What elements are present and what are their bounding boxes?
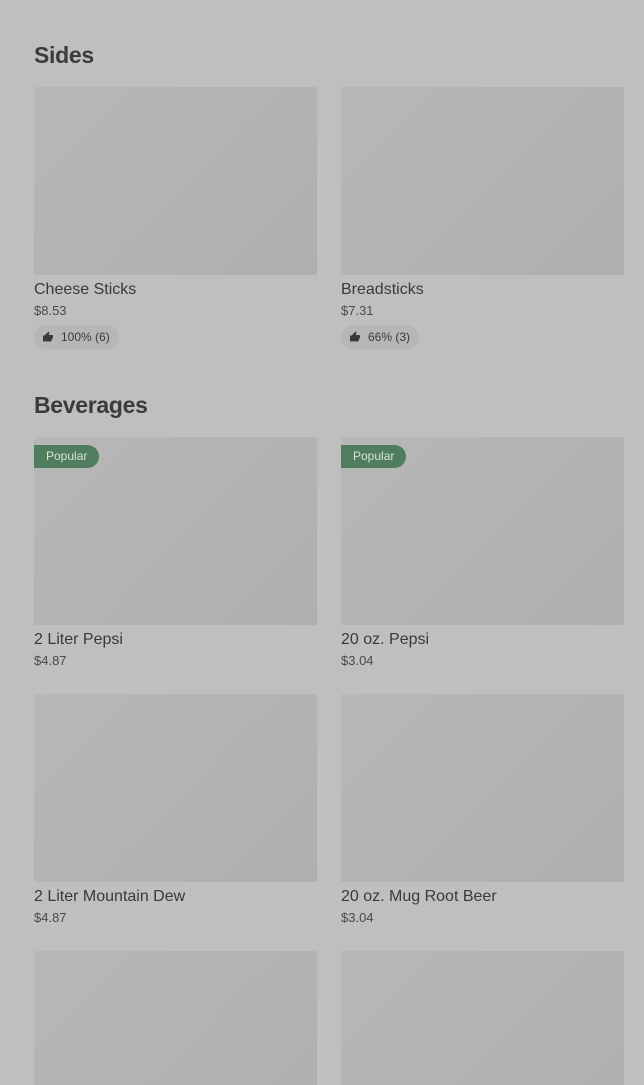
- rating-badge: 100% (6): [34, 325, 119, 349]
- item-price: $4.87: [34, 910, 67, 925]
- item-name: 20 oz. Mug Root Beer: [341, 888, 497, 905]
- item-image[interactable]: [34, 951, 317, 1085]
- rating-badge: 66% (3): [341, 325, 420, 349]
- section-beverages: Beverages Popular 2 Liter Pepsi $4.87 Po…: [34, 390, 644, 1085]
- menu-item-card[interactable]: 2 Liter Mountain Dew $4.87: [34, 694, 317, 926]
- item-name: Cheese Sticks: [34, 281, 137, 298]
- thumbs-up-icon: [43, 331, 53, 342]
- section-title-beverages: Beverages: [34, 392, 148, 418]
- item-name: 2 Liter Pepsi: [34, 631, 123, 648]
- item-image[interactable]: [341, 951, 624, 1085]
- item-price: $8.53: [34, 303, 67, 318]
- menu-item-card[interactable]: Cheese Sticks $8.53 100% (6): [34, 87, 317, 349]
- section-title-sides: Sides: [34, 42, 94, 68]
- sides-grid: Cheese Sticks $8.53 100% (6) Breadsticks…: [34, 87, 624, 349]
- item-price: $3.04: [341, 653, 374, 668]
- menu-item-card[interactable]: Popular 20 oz. Pepsi $3.04: [341, 437, 624, 669]
- item-price: $4.87: [34, 653, 67, 668]
- rating-text: 100% (6): [61, 330, 110, 344]
- menu-item-card[interactable]: Popular 2 Liter Pepsi $4.87: [34, 437, 317, 669]
- item-image[interactable]: [34, 694, 317, 882]
- item-image[interactable]: [34, 87, 317, 275]
- item-price: $7.31: [341, 303, 374, 318]
- menu-item-card[interactable]: Breadsticks $7.31 66% (3): [341, 87, 624, 349]
- item-name: Breadsticks: [341, 281, 424, 298]
- menu-item-card[interactable]: [34, 951, 317, 1085]
- item-image[interactable]: Popular: [34, 437, 317, 625]
- beverages-grid: Popular 2 Liter Pepsi $4.87 Popular 20 o…: [34, 437, 624, 1085]
- item-name: 20 oz. Pepsi: [341, 631, 430, 648]
- rating-text: 66% (3): [368, 330, 411, 344]
- popular-badge: Popular: [341, 445, 407, 468]
- item-image[interactable]: [341, 87, 624, 275]
- menu-item-card[interactable]: [341, 951, 624, 1085]
- item-name: 2 Liter Mountain Dew: [34, 888, 186, 905]
- item-image[interactable]: Popular: [341, 437, 624, 625]
- menu-page: Sides Cheese Sticks $8.53 100% (6) Bread…: [0, 0, 644, 1085]
- popular-badge: Popular: [34, 445, 100, 468]
- thumbs-up-icon: [350, 331, 360, 342]
- item-price: $3.04: [341, 910, 374, 925]
- section-sides: Sides Cheese Sticks $8.53 100% (6) Bread…: [34, 40, 644, 349]
- menu-item-card[interactable]: 20 oz. Mug Root Beer $3.04: [341, 694, 624, 926]
- item-image[interactable]: [341, 694, 624, 882]
